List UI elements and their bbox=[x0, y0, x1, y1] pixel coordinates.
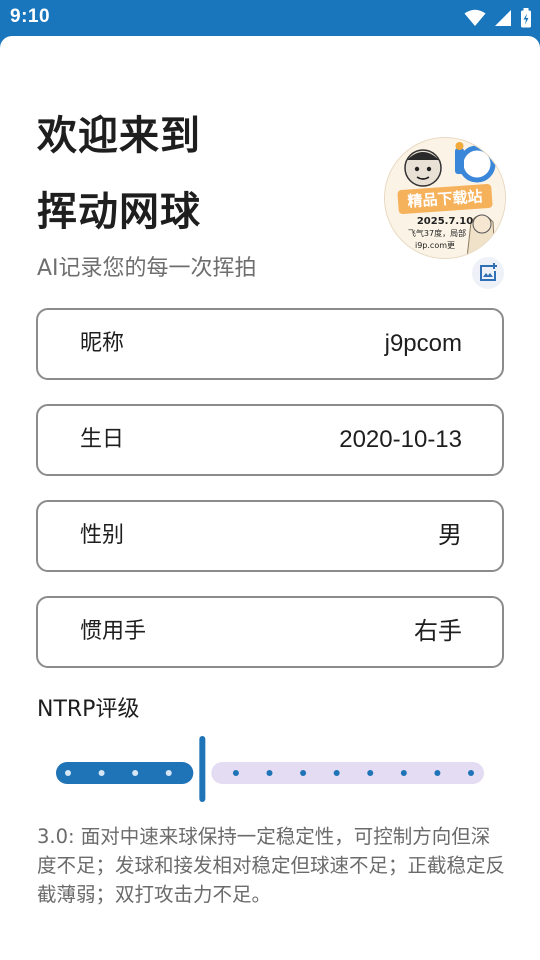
image-edit-icon bbox=[480, 263, 497, 281]
welcome-subtitle: AI记录您的每一次挥拍 bbox=[37, 256, 257, 281]
status-bar: 9:10 bbox=[0, 0, 540, 36]
nickname-field[interactable]: 昵称 j9pcom bbox=[36, 308, 504, 380]
avatar-caption-weather: 飞气37度，局部 bbox=[407, 229, 467, 238]
ntrp-tick-mark bbox=[468, 770, 474, 776]
birthday-label: 生日 bbox=[80, 427, 125, 452]
battery-icon bbox=[520, 8, 532, 28]
ntrp-tick-mark bbox=[98, 770, 105, 776]
ntrp-slider[interactable] bbox=[56, 732, 486, 812]
ntrp-tick-mark bbox=[232, 770, 239, 776]
profile-sheet: 欢迎来到 挥动网球 AI记录您的每一次挥拍 精品下载站 2025.7.10 飞气… bbox=[0, 36, 540, 960]
ntrp-tick-mark bbox=[434, 770, 441, 776]
ntrp-inactive-track bbox=[211, 762, 485, 784]
nickname-value: j9pcom bbox=[384, 330, 462, 357]
ntrp-tick-mark bbox=[165, 770, 172, 776]
ntrp-active-track bbox=[56, 762, 194, 784]
avatar[interactable]: 精品下载站 2025.7.10 飞气37度，局部 i9p.com更 bbox=[384, 137, 506, 259]
cell-signal-icon bbox=[494, 9, 512, 27]
ntrp-tick-mark bbox=[333, 770, 340, 776]
ntrp-tick-mark bbox=[400, 770, 407, 776]
ntrp-tick-mark bbox=[65, 770, 71, 776]
avatar-caption-date: 2025.7.10 bbox=[416, 216, 474, 227]
ntrp-slider-thumb[interactable] bbox=[199, 736, 206, 802]
avatar-caption-site: i9p.com更 bbox=[414, 241, 456, 250]
avatar-edit-button[interactable] bbox=[472, 257, 504, 289]
welcome-title-line2: 挥动网球 bbox=[37, 189, 201, 235]
ntrp-label: NTRP评级 bbox=[37, 697, 140, 722]
status-icons bbox=[464, 7, 532, 29]
dominant-hand-value: 右手 bbox=[414, 618, 462, 645]
gender-field[interactable]: 性别 男 bbox=[36, 500, 504, 572]
status-time: 9:10 bbox=[10, 6, 51, 27]
ntrp-tick-mark bbox=[367, 770, 374, 776]
gender-value: 男 bbox=[438, 522, 462, 549]
ntrp-tick-mark bbox=[132, 770, 139, 776]
ntrp-tick-mark bbox=[266, 770, 273, 776]
birthday-value: 2020-10-13 bbox=[339, 426, 462, 453]
wifi-icon bbox=[464, 9, 486, 27]
ntrp-tick-mark bbox=[300, 770, 307, 776]
ntrp-description: 3.0: 面对中速来球保持一定稳定性，可控制方向但深度不足；发球和接发相对稳定但… bbox=[37, 825, 506, 906]
birthday-field[interactable]: 生日 2020-10-13 bbox=[36, 404, 504, 476]
nickname-label: 昵称 bbox=[80, 331, 125, 356]
dominant-hand-field[interactable]: 惯用手 右手 bbox=[36, 596, 504, 668]
welcome-title-line1: 欢迎来到 bbox=[37, 113, 201, 159]
dominant-hand-label: 惯用手 bbox=[80, 619, 147, 644]
gender-label: 性别 bbox=[80, 523, 125, 548]
